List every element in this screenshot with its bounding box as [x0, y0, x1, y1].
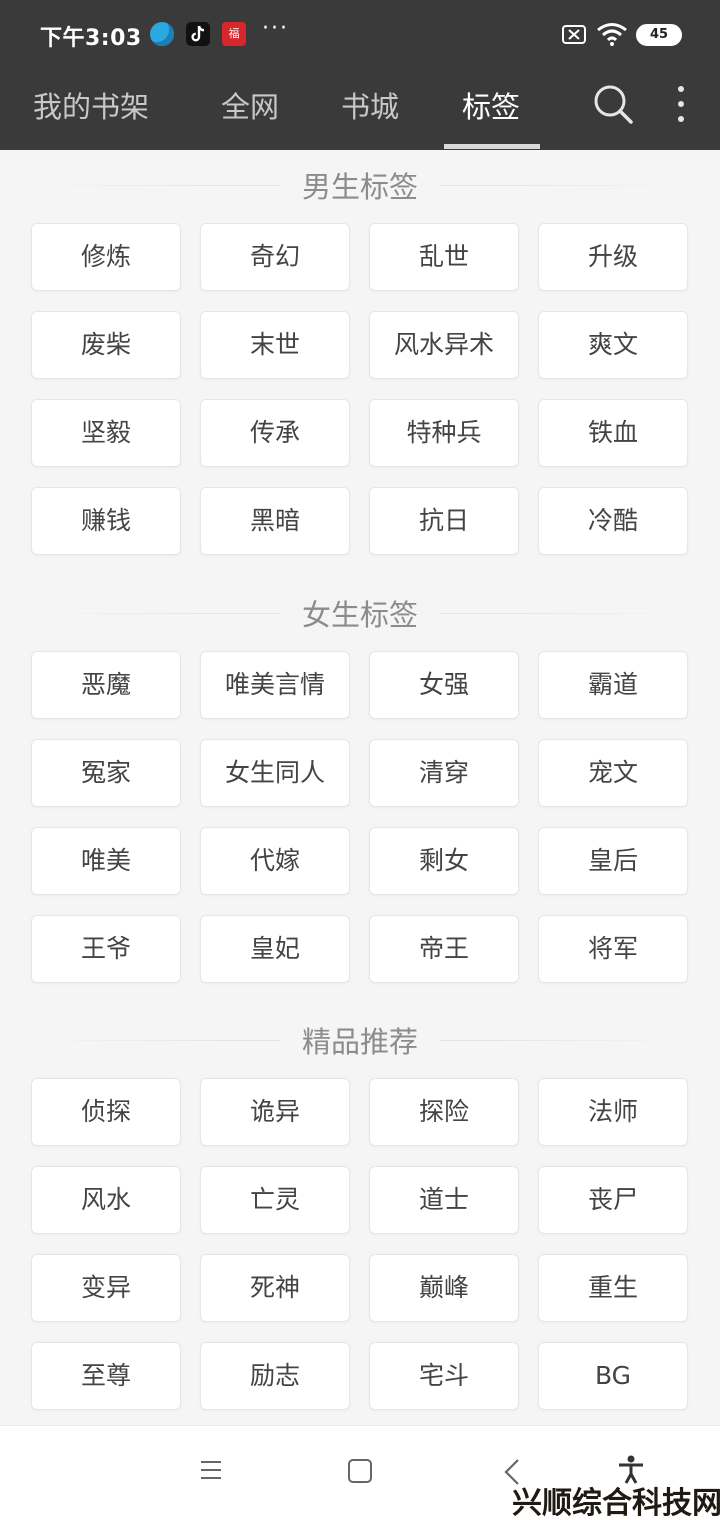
tag-button[interactable]: 唯美 [31, 827, 181, 895]
tag-button[interactable]: 宅斗 [369, 1342, 519, 1410]
section-featured: 精品推荐 侦探 诡异 探险 法师 风水 亡灵 道士 丧尸 变异 死神 巅峰 重生… [0, 1005, 720, 1410]
more-notifications-icon: ··· [262, 16, 289, 41]
section-title: 女生标签 [279, 592, 441, 634]
home-icon[interactable] [347, 1458, 373, 1488]
tag-button[interactable]: 将军 [538, 915, 688, 983]
section-header: 精品推荐 [0, 1005, 720, 1075]
tag-button[interactable]: 重生 [538, 1254, 688, 1322]
tag-button[interactable]: 道士 [369, 1166, 519, 1234]
section-male-tags: 男生标签 修炼 奇幻 乱世 升级 废柴 末世 风水异术 爽文 坚毅 传承 特种兵… [0, 150, 720, 555]
tag-button[interactable]: 皇后 [538, 827, 688, 895]
section-header: 女生标签 [0, 578, 720, 648]
tag-button[interactable]: 霸道 [538, 651, 688, 719]
section-title: 精品推荐 [279, 1019, 441, 1061]
section-header: 男生标签 [0, 150, 720, 220]
tag-button[interactable]: 升级 [538, 223, 688, 291]
sim-error-icon [562, 25, 586, 44]
tag-button[interactable]: 励志 [200, 1342, 350, 1410]
tag-button[interactable]: 诡异 [200, 1078, 350, 1146]
tab-whole-web[interactable]: 全网 [221, 84, 279, 126]
tag-button[interactable]: 爽文 [538, 311, 688, 379]
tag-button[interactable]: 清穿 [369, 739, 519, 807]
tag-grid: 侦探 诡异 探险 法师 风水 亡灵 道士 丧尸 变异 死神 巅峰 重生 至尊 励… [31, 1078, 689, 1410]
fu-app-icon: 福 [222, 22, 246, 46]
tag-button[interactable]: BG [538, 1342, 688, 1410]
tag-button[interactable]: 女强 [369, 651, 519, 719]
search-icon[interactable] [590, 80, 638, 128]
tag-button[interactable]: 特种兵 [369, 399, 519, 467]
bubble-app-icon [150, 22, 174, 46]
tab-bookstore[interactable]: 书城 [341, 84, 399, 126]
tag-button[interactable]: 代嫁 [200, 827, 350, 895]
top-nav: 我的书架 全网 书城 标签 [0, 66, 720, 150]
tag-button[interactable]: 末世 [200, 311, 350, 379]
battery-icon: 45 [636, 24, 682, 46]
tag-button[interactable]: 传承 [200, 399, 350, 467]
tag-grid: 恶魔 唯美言情 女强 霸道 冤家 女生同人 清穿 宠文 唯美 代嫁 剩女 皇后 … [31, 651, 689, 983]
watermark: 兴顺综合科技网 [512, 1486, 720, 1520]
status-time: 下午3:03 [40, 26, 142, 51]
tag-button[interactable]: 乱世 [369, 223, 519, 291]
tag-button[interactable]: 铁血 [538, 399, 688, 467]
recent-apps-icon[interactable] [199, 1458, 223, 1486]
tag-button[interactable]: 女生同人 [200, 739, 350, 807]
tag-button[interactable]: 宠文 [538, 739, 688, 807]
tag-button[interactable]: 亡灵 [200, 1166, 350, 1234]
tag-button[interactable]: 赚钱 [31, 487, 181, 555]
tag-button[interactable]: 唯美言情 [200, 651, 350, 719]
tag-button[interactable]: 王爷 [31, 915, 181, 983]
tag-button[interactable]: 冤家 [31, 739, 181, 807]
tag-button[interactable]: 侦探 [31, 1078, 181, 1146]
tag-button[interactable]: 风水异术 [369, 311, 519, 379]
section-female-tags: 女生标签 恶魔 唯美言情 女强 霸道 冤家 女生同人 清穿 宠文 唯美 代嫁 剩… [0, 578, 720, 983]
wifi-icon [596, 22, 628, 50]
tag-button[interactable]: 奇幻 [200, 223, 350, 291]
active-tab-indicator [444, 144, 540, 149]
tag-button[interactable]: 废柴 [31, 311, 181, 379]
tag-button[interactable]: 变异 [31, 1254, 181, 1322]
tag-button[interactable]: 探险 [369, 1078, 519, 1146]
tab-bookshelf[interactable]: 我的书架 [33, 84, 149, 126]
tag-button[interactable]: 剩女 [369, 827, 519, 895]
tag-button[interactable]: 恶魔 [31, 651, 181, 719]
tag-button[interactable]: 至尊 [31, 1342, 181, 1410]
tiktok-icon [186, 22, 210, 46]
tag-button[interactable]: 冷酷 [538, 487, 688, 555]
tag-button[interactable]: 皇妃 [200, 915, 350, 983]
more-menu-icon[interactable] [666, 80, 696, 128]
tag-content: 男生标签 修炼 奇幻 乱世 升级 废柴 末世 风水异术 爽文 坚毅 传承 特种兵… [0, 150, 720, 1425]
tag-button[interactable]: 法师 [538, 1078, 688, 1146]
section-title: 男生标签 [279, 164, 441, 206]
tab-tags[interactable]: 标签 [462, 84, 520, 126]
tag-button[interactable]: 风水 [31, 1166, 181, 1234]
status-bar: 下午3:03 福 ··· 45 [0, 0, 720, 66]
tag-button[interactable]: 黑暗 [200, 487, 350, 555]
tag-button[interactable]: 死神 [200, 1254, 350, 1322]
tag-button[interactable]: 巅峰 [369, 1254, 519, 1322]
tag-grid: 修炼 奇幻 乱世 升级 废柴 末世 风水异术 爽文 坚毅 传承 特种兵 铁血 赚… [31, 223, 689, 555]
tag-button[interactable]: 帝王 [369, 915, 519, 983]
tag-button[interactable]: 修炼 [31, 223, 181, 291]
tag-button[interactable]: 丧尸 [538, 1166, 688, 1234]
tag-button[interactable]: 坚毅 [31, 399, 181, 467]
tag-button[interactable]: 抗日 [369, 487, 519, 555]
